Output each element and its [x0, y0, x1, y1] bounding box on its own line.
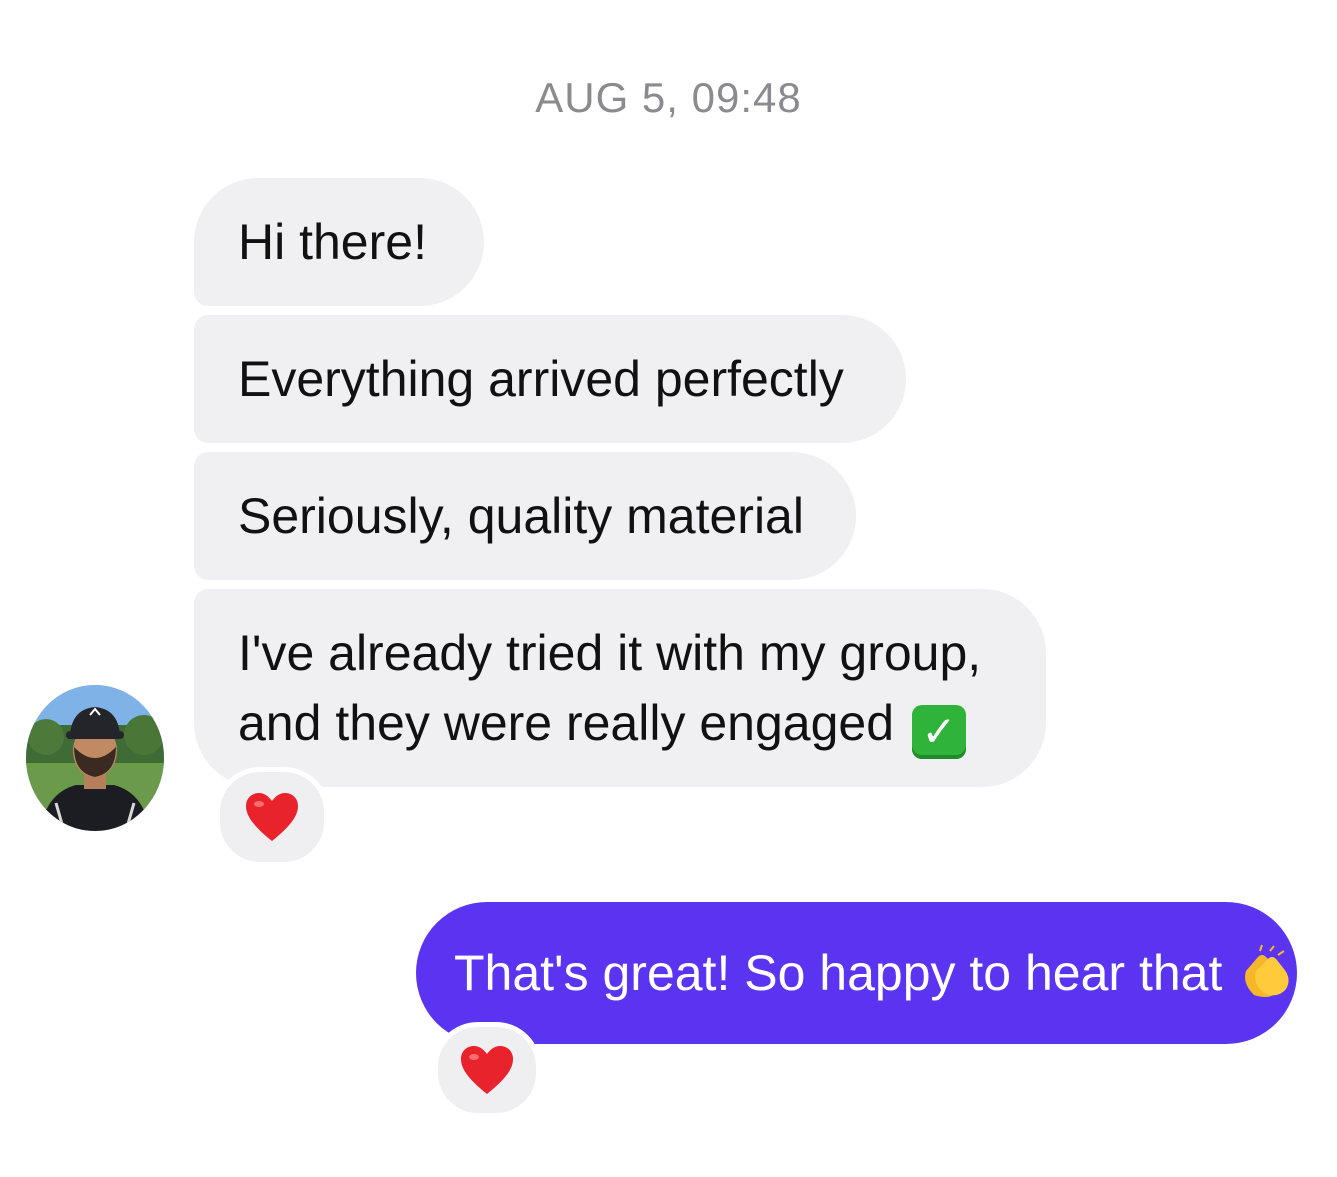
received-message-3[interactable]: Seriously, quality material	[194, 452, 856, 580]
avatar-photo	[26, 685, 164, 831]
message-reaction[interactable]	[215, 767, 329, 867]
received-message-2[interactable]: Everything arrived perfectly	[194, 315, 906, 443]
check-mark-button-icon: ✓	[912, 704, 967, 759]
message-line-2: and they were really engaged ✓	[238, 688, 981, 759]
clapping-hands-icon	[1245, 944, 1289, 997]
message-line-1: I've already tried it with my group,	[238, 624, 982, 681]
heart-icon	[461, 1046, 513, 1094]
message-text: Seriously, quality material	[238, 488, 804, 544]
message-reaction[interactable]	[433, 1022, 541, 1118]
received-message-1[interactable]: Hi there!	[194, 178, 484, 306]
conversation-timestamp: AUG 5, 09:48	[535, 74, 802, 121]
message-text: That's great! So happy to hear that	[454, 945, 1223, 1001]
message-text: I've already tried it with my group, and…	[238, 618, 981, 759]
avatar[interactable]	[26, 685, 164, 831]
received-message-4[interactable]: I've already tried it with my group, and…	[194, 589, 1046, 787]
message-text: Everything arrived perfectly	[238, 351, 844, 407]
message-line-2-text: and they were really engaged	[238, 694, 895, 751]
message-text: Hi there!	[238, 214, 427, 270]
sent-message[interactable]: That's great! So happy to hear that	[416, 902, 1297, 1044]
heart-icon	[246, 793, 298, 841]
